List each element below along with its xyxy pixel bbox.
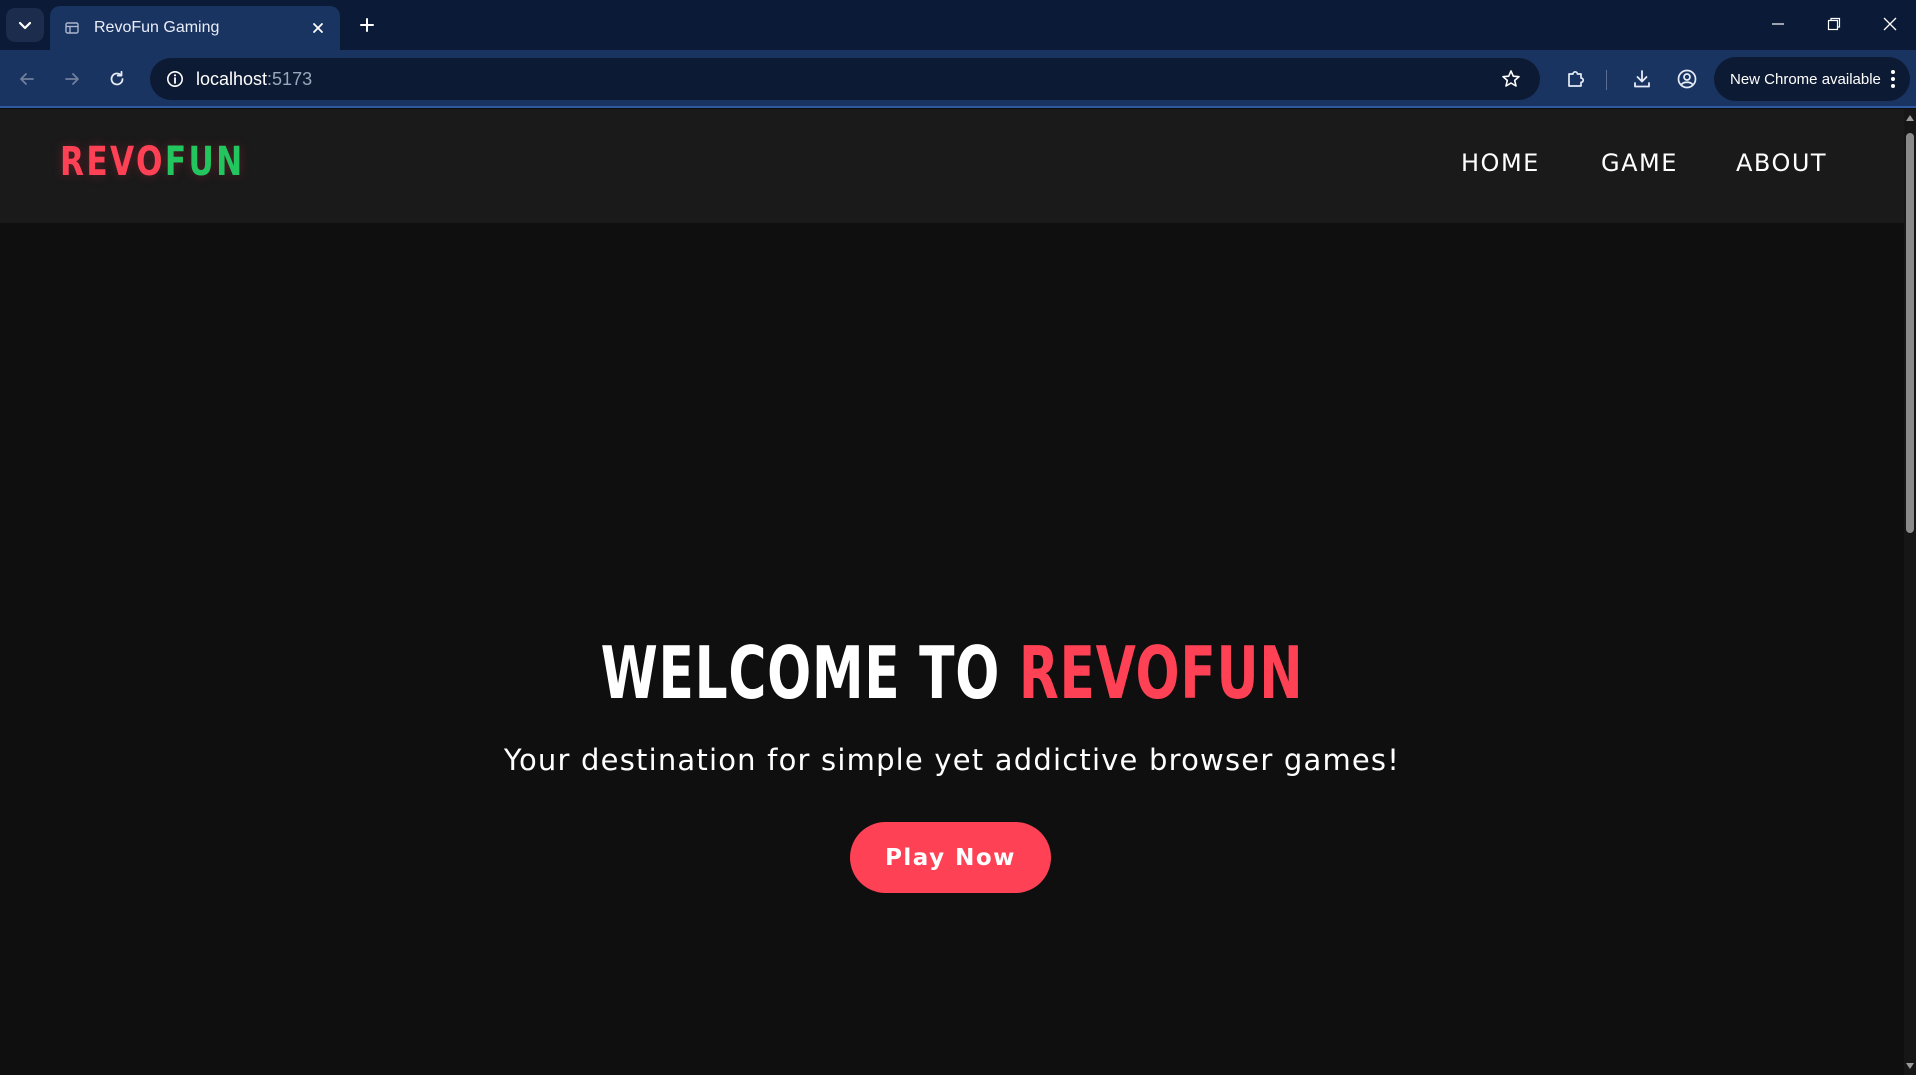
- hero-title-prefix: WELCOME TO: [600, 631, 1001, 715]
- star-icon: [1502, 70, 1520, 87]
- triangle-up-icon: [1906, 115, 1914, 121]
- reload-icon: [110, 70, 124, 86]
- hero-title: WELCOME TO REVOFUN: [267, 637, 1638, 709]
- page-icon: [64, 20, 80, 36]
- restore-icon: [1827, 17, 1841, 31]
- site-header: REVOFUN HOME GAME ABOUT: [0, 109, 1904, 223]
- close-window-button[interactable]: [1870, 6, 1910, 42]
- close-icon: [313, 23, 323, 33]
- url-port: :5173: [267, 69, 313, 89]
- browser-toolbar: localhost:5173 New Chrome available: [0, 50, 1916, 108]
- chevron-down-icon: [18, 21, 32, 30]
- browser-tab-active[interactable]: RevoFun Gaming: [50, 6, 340, 50]
- plus-icon: [360, 18, 374, 32]
- url-host: localhost: [196, 69, 268, 89]
- tab-search-button[interactable]: [6, 8, 44, 42]
- address-url: localhost:5173: [196, 69, 312, 90]
- browser-tabstrip: RevoFun Gaming: [0, 0, 1916, 50]
- logo-text-green: FUN: [164, 139, 245, 185]
- logo-text-red: REVO: [60, 139, 165, 185]
- close-icon: [1883, 17, 1897, 31]
- hero-section: WELCOME TO REVOFUN Your destination for …: [0, 223, 1904, 1075]
- arrow-right-icon: [65, 73, 79, 85]
- nav-link-about[interactable]: ABOUT: [1736, 149, 1827, 177]
- page-scrollbar[interactable]: [1904, 109, 1916, 1075]
- profile-button[interactable]: [1670, 62, 1704, 96]
- reload-button[interactable]: [100, 62, 134, 96]
- page-viewport: REVOFUN HOME GAME ABOUT WELCOME TO REVOF…: [0, 109, 1904, 1075]
- triangle-down-icon: [1906, 1063, 1914, 1069]
- profile-icon: [1677, 69, 1697, 89]
- hero-subtitle: Your destination for simple yet addictiv…: [503, 743, 1401, 777]
- scroll-thumb[interactable]: [1906, 133, 1914, 533]
- site-logo[interactable]: REVOFUN: [60, 139, 245, 185]
- download-icon: [1634, 70, 1650, 88]
- forward-button[interactable]: [55, 62, 89, 96]
- toolbar-divider: [1606, 70, 1607, 90]
- minimize-icon: [1772, 23, 1784, 25]
- hero-title-accent: REVOFUN: [1018, 631, 1304, 715]
- restore-button[interactable]: [1814, 6, 1854, 42]
- puzzle-icon: [1568, 70, 1585, 87]
- downloads-button[interactable]: [1625, 62, 1659, 96]
- three-dots-icon: [1891, 70, 1895, 88]
- bookmark-button[interactable]: [1496, 64, 1526, 94]
- back-button[interactable]: [10, 62, 44, 96]
- nav-link-home[interactable]: HOME: [1461, 149, 1540, 177]
- update-chip-label: New Chrome available: [1730, 70, 1881, 88]
- info-icon: [167, 71, 183, 87]
- scroll-down-arrow[interactable]: [1905, 1061, 1915, 1071]
- scroll-up-arrow[interactable]: [1905, 113, 1915, 123]
- site-info-button[interactable]: [160, 64, 190, 94]
- tab-close-button[interactable]: [306, 16, 330, 40]
- extensions-button[interactable]: [1559, 62, 1593, 96]
- new-tab-button[interactable]: [352, 10, 382, 40]
- arrow-left-icon: [20, 73, 34, 85]
- tab-title: RevoFun Gaming: [94, 19, 220, 36]
- nav-link-game[interactable]: GAME: [1601, 149, 1678, 177]
- update-available-button[interactable]: New Chrome available: [1714, 57, 1910, 101]
- play-now-button[interactable]: Play Now: [850, 822, 1051, 893]
- address-bar[interactable]: localhost:5173: [150, 58, 1540, 100]
- minimize-button[interactable]: [1758, 6, 1798, 42]
